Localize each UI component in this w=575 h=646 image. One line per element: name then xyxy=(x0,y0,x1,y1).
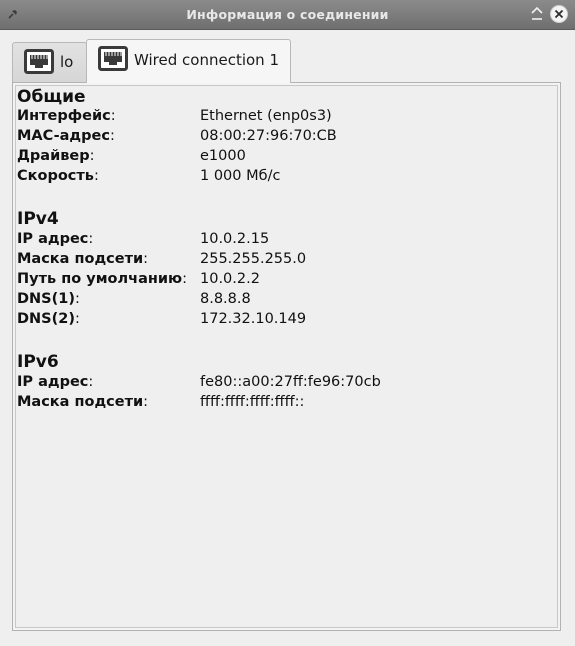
field-label: Путь по умолчанию xyxy=(17,271,183,287)
field-value: Ethernet (enp0s3) xyxy=(200,108,332,124)
close-icon[interactable] xyxy=(549,4,569,24)
label-colon: : xyxy=(109,128,115,144)
section-title-ipv6: IPv6 xyxy=(17,352,59,372)
label-colon: : xyxy=(143,251,149,267)
field-label: DNS(1) xyxy=(17,291,75,307)
label-colon: : xyxy=(93,168,99,184)
label-colon: : xyxy=(74,291,80,307)
field-label: Интерфейс xyxy=(17,108,111,124)
tab-label: Wired connection 1 xyxy=(134,51,279,69)
row-interface: Интерфейс: Ethernet (enp0s3) xyxy=(17,108,332,128)
row-mac-address: MAC-адрес: 08:00:27:96:70:CB xyxy=(17,128,337,148)
field-label: Драйвер xyxy=(17,148,90,164)
panel-inner xyxy=(15,85,558,628)
field-value: 1 000 Мб/с xyxy=(200,168,281,184)
ethernet-port-icon xyxy=(24,49,54,74)
field-value: e1000 xyxy=(200,148,246,164)
field-label: MAC-адрес xyxy=(17,128,110,144)
field-value: 172.32.10.149 xyxy=(200,311,307,327)
label-colon: : xyxy=(182,271,188,287)
tab-wired-connection-1[interactable]: Wired connection 1 xyxy=(86,39,291,83)
section-title-general: Общие xyxy=(17,87,86,107)
field-value: fe80::a00:27ff:fe96:70cb xyxy=(200,374,381,390)
label-colon: : xyxy=(74,311,80,327)
row-speed: Скорость: 1 000 Мб/с xyxy=(17,168,280,188)
field-label: Маска подсети xyxy=(17,394,144,410)
label-colon: : xyxy=(143,394,149,410)
window-title: Информация о соединении xyxy=(186,7,389,22)
row-ipv4-gateway: Путь по умолчанию: 10.0.2.2 xyxy=(17,271,260,291)
field-value: 08:00:27:96:70:CB xyxy=(200,128,337,144)
field-label: Маска подсети xyxy=(17,251,144,267)
field-value: 255.255.255.0 xyxy=(200,251,307,267)
tab-label: lo xyxy=(60,53,74,71)
field-value: 10.0.2.2 xyxy=(200,271,260,287)
row-dns-2: DNS(2): 172.32.10.149 xyxy=(17,311,306,331)
row-driver: Драйвер: e1000 xyxy=(17,148,246,168)
label-colon: : xyxy=(88,374,94,390)
field-value: ffff:ffff:ffff:ffff:: xyxy=(200,394,305,410)
field-label: IP адрес xyxy=(17,374,89,390)
field-value: 8.8.8.8 xyxy=(200,291,251,307)
row-ipv4-address: IP адрес: 10.0.2.15 xyxy=(17,231,269,251)
field-label: IP адрес xyxy=(17,231,89,247)
label-colon: : xyxy=(110,108,116,124)
window-titlebar[interactable]: Информация о соединении xyxy=(0,0,575,30)
row-ipv4-netmask: Маска подсети: 255.255.255.0 xyxy=(17,251,306,271)
row-ipv6-address: IP адрес: fe80::a00:27ff:fe96:70cb xyxy=(17,374,381,394)
ethernet-port-icon xyxy=(98,46,128,71)
section-title-ipv4: IPv4 xyxy=(17,209,59,229)
field-value: 10.0.2.15 xyxy=(200,231,270,247)
row-dns-1: DNS(1): 8.8.8.8 xyxy=(17,291,251,311)
field-label: DNS(2) xyxy=(17,311,75,327)
maximize-icon[interactable] xyxy=(527,4,547,24)
row-ipv6-netmask: Маска подсети: ffff:ffff:ffff:ffff:: xyxy=(17,394,304,414)
field-label: Скорость xyxy=(17,168,94,184)
tab-lo[interactable]: lo xyxy=(12,42,87,82)
label-colon: : xyxy=(88,231,94,247)
label-colon: : xyxy=(89,148,95,164)
